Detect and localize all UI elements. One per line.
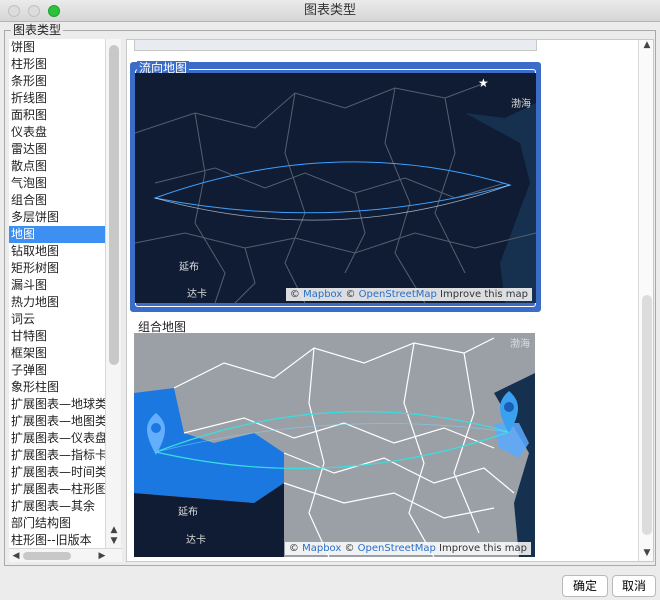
list-item[interactable]: 子弹图 <box>9 362 106 379</box>
title-bar: 图表类型 <box>0 0 660 22</box>
list-item[interactable]: 气泡图 <box>9 175 106 192</box>
panel-scroll-down-icon[interactable]: ▼ <box>639 548 653 558</box>
list-item[interactable]: 扩展图表—地图类 <box>9 413 106 430</box>
list-item[interactable]: 多层饼图 <box>9 209 106 226</box>
list-item[interactable]: 框架图 <box>9 345 106 362</box>
cancel-button[interactable]: 取消 <box>612 575 656 597</box>
panel-vertical-scrollbar[interactable]: ▲ ▼ <box>638 40 653 561</box>
list-item[interactable]: 面积图 <box>9 107 106 124</box>
chart-type-group: 图表类型 饼图 柱形图 条形图 折线图 面积图 仪表盘 雷达图 散点图 气泡图 组合图 多层饼图 地图… <box>4 22 656 566</box>
scroll-left-icon[interactable]: ◀ <box>11 551 21 561</box>
osm-link[interactable]: OpenStreetMap <box>359 289 437 300</box>
list-horizontal-scrollbar[interactable]: ◀ ▶ <box>9 548 122 562</box>
list-item[interactable]: 折线图 <box>9 90 106 107</box>
list-item[interactable]: 词云 <box>9 311 106 328</box>
thumbnail-flow-map[interactable]: 流向地图 ★ 渤海 延布 达卡 © Mapbox © OpenStreetMap… <box>130 61 541 312</box>
list-item[interactable]: 扩展图表—仪表盘 <box>9 430 106 447</box>
list-vertical-scrollbar[interactable]: ▲ ▼ <box>105 39 121 549</box>
combo-map-preview: 渤海 延布 达卡 © Mapbox © OpenStreetMap Improv… <box>134 333 535 557</box>
list-item[interactable]: 条形图 <box>9 73 106 90</box>
previous-thumbnail[interactable] <box>134 40 537 51</box>
list-scroll-thumb[interactable] <box>109 45 119 365</box>
thumbnail-label: 组合地图 <box>136 320 189 334</box>
improve-map-link[interactable]: Improve this map <box>440 289 528 300</box>
list-item[interactable]: 地图 <box>9 226 106 243</box>
map-label-sea: 渤海 <box>511 99 531 110</box>
map-label-city2: 达卡 <box>186 535 206 546</box>
scroll-down-icon[interactable]: ▼ <box>106 536 122 546</box>
list-item[interactable]: 组合图 <box>9 192 106 209</box>
list-item[interactable]: 饼图 <box>9 39 106 56</box>
map-attribution: © Mapbox © OpenStreetMap Improve this ma… <box>284 542 531 555</box>
list-item[interactable]: 热力地图 <box>9 294 106 311</box>
map-label-city1: 延布 <box>179 262 199 273</box>
list-item[interactable]: 雷达图 <box>9 141 106 158</box>
list-item[interactable]: 散点图 <box>9 158 106 175</box>
map-attribution: © Mapbox © OpenStreetMap Improve this ma… <box>285 288 532 301</box>
list-hscroll-thumb[interactable] <box>23 552 71 560</box>
chart-type-list[interactable]: 饼图 柱形图 条形图 折线图 面积图 仪表盘 雷达图 散点图 气泡图 组合图 多层饼图 地图 钻取地图矩… <box>9 39 106 562</box>
osm-link[interactable]: OpenStreetMap <box>358 543 436 554</box>
list-item[interactable]: 矩形树图 <box>9 260 106 277</box>
panel-scroll-up-icon[interactable]: ▲ <box>639 40 653 50</box>
svg-text:★: ★ <box>478 76 489 90</box>
thumbnail-panel: 流向地图 ★ 渤海 延布 达卡 © Mapbox © OpenStreetMap… <box>126 39 654 562</box>
map-label-city1: 延布 <box>178 507 198 518</box>
list-item[interactable]: 甘特图 <box>9 328 106 345</box>
attrib-copyright: © <box>288 543 299 554</box>
list-item[interactable]: 钻取地图 <box>9 243 106 260</box>
panel-scroll-thumb[interactable] <box>642 295 652 535</box>
list-item[interactable]: 扩展图表—指标卡 <box>9 447 106 464</box>
list-item[interactable]: 扩展图表—地球类 <box>9 396 106 413</box>
list-item[interactable]: 漏斗图 <box>9 277 106 294</box>
list-item[interactable]: 部门结构图 <box>9 515 106 532</box>
map-label-city2: 达卡 <box>187 289 207 300</box>
list-item[interactable]: 象形柱图 <box>9 379 106 396</box>
map-label-sea: 渤海 <box>510 339 530 350</box>
attrib-copyright-2: © <box>345 289 356 300</box>
scroll-right-icon[interactable]: ▶ <box>97 551 107 561</box>
mapbox-link[interactable]: Mapbox <box>302 543 341 554</box>
combo-map-graphic <box>134 333 535 557</box>
flow-map-preview: ★ 渤海 延布 达卡 © Mapbox © OpenStreetMap Impr… <box>135 73 536 303</box>
list-item[interactable]: 仪表盘 <box>9 124 106 141</box>
list-item[interactable]: 扩展图表—柱形图 <box>9 481 106 498</box>
group-legend: 图表类型 <box>11 22 64 38</box>
list-item[interactable]: 柱形图--旧版本 <box>9 532 106 549</box>
ok-button[interactable]: 确定 <box>562 575 608 597</box>
scroll-up-icon[interactable]: ▲ <box>106 525 122 535</box>
thumbnail-combo-map[interactable]: 组合地图 渤海 延布 达卡 © Mapbox © OpenStreetMap I… <box>130 320 541 558</box>
mapbox-link[interactable]: Mapbox <box>303 289 342 300</box>
list-item[interactable]: 柱形图 <box>9 56 106 73</box>
attrib-copyright-2: © <box>344 543 355 554</box>
attrib-copyright: © <box>289 289 300 300</box>
window-title: 图表类型 <box>303 3 356 18</box>
list-item[interactable]: 扩展图表—其余 <box>9 498 106 515</box>
list-item[interactable]: 扩展图表—时间类 <box>9 464 106 481</box>
improve-map-link[interactable]: Improve this map <box>439 543 527 554</box>
